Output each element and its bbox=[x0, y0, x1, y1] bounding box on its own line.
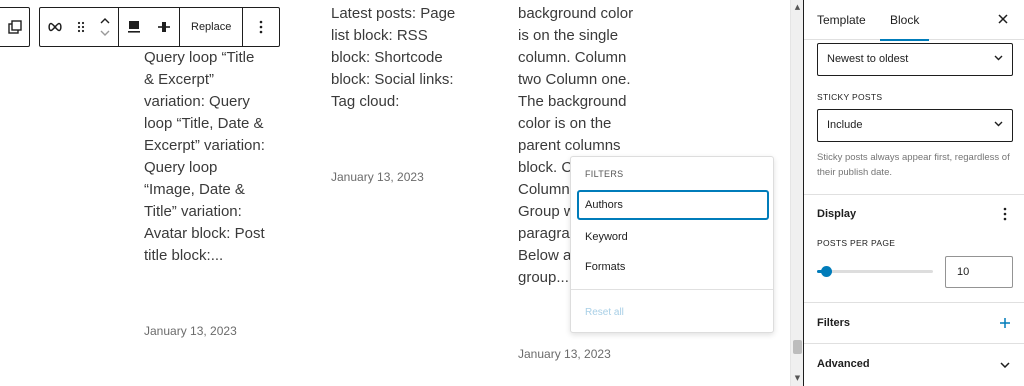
post-excerpt-text: Query loop “Title & Excerpt” variation: … bbox=[144, 49, 265, 264]
filters-section-title[interactable]: Filters bbox=[817, 317, 850, 329]
replace-button[interactable]: Replace bbox=[180, 21, 242, 33]
copy-icon bbox=[7, 20, 22, 34]
post-excerpt-text: Latest posts: Page list block: RSS block… bbox=[331, 5, 456, 110]
post-date-2: January 13, 2023 bbox=[331, 170, 424, 184]
divider bbox=[571, 289, 773, 290]
advanced-section-title[interactable]: Advanced bbox=[817, 358, 870, 370]
align-top-icon[interactable] bbox=[119, 8, 149, 46]
toolbar-group-align bbox=[119, 8, 180, 46]
block-toolbar: Replace bbox=[39, 7, 281, 47]
display-section-title: Display bbox=[817, 208, 857, 220]
display-options-icon[interactable] bbox=[996, 205, 1014, 223]
posts-per-page-label: POSTS PER PAGE bbox=[817, 238, 896, 248]
post-date-1: January 13, 2023 bbox=[144, 324, 237, 338]
tab-block[interactable]: Block bbox=[879, 0, 930, 41]
sticky-posts-help: Sticky posts always appear first, regard… bbox=[817, 152, 1010, 178]
canvas-scrollbar[interactable]: ▲ ▼ bbox=[790, 0, 803, 386]
align-middle-icon[interactable] bbox=[149, 8, 179, 46]
close-icon[interactable] bbox=[994, 10, 1012, 28]
post-excerpt-2: Latest posts: Page list block: RSS block… bbox=[331, 3, 471, 113]
settings-sidebar: Template Block Newest to oldest STICKY P… bbox=[804, 0, 1024, 386]
divider bbox=[804, 194, 1024, 195]
chevron-down-icon[interactable] bbox=[100, 30, 110, 36]
more-options-icon[interactable] bbox=[243, 8, 279, 46]
filter-option-formats[interactable]: Formats bbox=[577, 252, 769, 282]
reset-all-button[interactable]: Reset all bbox=[585, 307, 624, 318]
post-date-3: January 13, 2023 bbox=[518, 347, 611, 361]
posts-per-page-input[interactable]: 10 bbox=[945, 256, 1013, 288]
drag-handle-icon[interactable] bbox=[70, 8, 92, 46]
chevron-down-icon bbox=[994, 121, 1003, 127]
chevron-down-icon bbox=[994, 55, 1003, 61]
editor-canvas: Replace Query loop “Title & Excerpt” var… bbox=[0, 0, 790, 386]
sticky-posts-select[interactable]: Include bbox=[817, 109, 1013, 142]
order-select-value: Newest to oldest bbox=[827, 53, 909, 65]
move-up-down-control[interactable] bbox=[92, 8, 118, 46]
posts-per-page-slider[interactable] bbox=[817, 266, 933, 277]
post-excerpt-1: Query loop “Title & Excerpt” variation: … bbox=[144, 47, 274, 267]
sidebar-tabs: Template Block bbox=[804, 0, 1024, 41]
filters-menu-heading: FILTERS bbox=[585, 169, 624, 179]
loop-icon[interactable] bbox=[40, 8, 70, 46]
divider bbox=[804, 343, 1024, 344]
slider-thumb[interactable] bbox=[821, 266, 833, 277]
scrollbar-thumb[interactable] bbox=[793, 340, 802, 354]
sticky-posts-label: STICKY POSTS bbox=[817, 92, 883, 102]
plus-icon[interactable] bbox=[996, 314, 1014, 332]
order-select[interactable]: Newest to oldest bbox=[817, 43, 1013, 76]
filters-dropdown-menu: FILTERS Authors Keyword Formats Reset al… bbox=[570, 156, 774, 333]
chevron-down-icon[interactable] bbox=[996, 356, 1014, 374]
chevron-up-icon[interactable] bbox=[100, 18, 110, 24]
filter-option-authors[interactable]: Authors bbox=[577, 190, 769, 220]
divider bbox=[804, 302, 1024, 303]
toolbar-group-move bbox=[40, 8, 119, 46]
filter-option-keyword[interactable]: Keyword bbox=[577, 222, 769, 252]
toolbar-group-options bbox=[243, 8, 279, 46]
toolbar-group-replace: Replace bbox=[180, 8, 244, 46]
tab-template[interactable]: Template bbox=[817, 0, 866, 40]
sticky-posts-value: Include bbox=[827, 119, 863, 131]
parent-block-button[interactable] bbox=[0, 7, 30, 47]
